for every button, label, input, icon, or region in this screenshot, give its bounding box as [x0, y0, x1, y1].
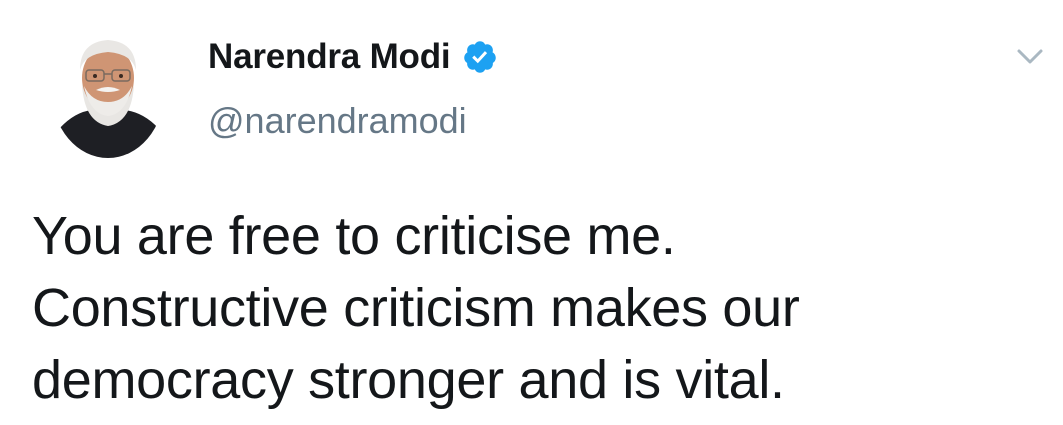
tweet-text-line: democracy stronger and is vital.	[32, 350, 785, 410]
tweet-card: Narendra Modi @narendramodi You are free…	[0, 0, 1063, 425]
author-handle[interactable]: @narendramodi	[208, 100, 467, 142]
verified-badge-icon	[462, 39, 498, 75]
chevron-down-icon[interactable]	[1014, 44, 1046, 68]
display-name[interactable]: Narendra Modi	[208, 37, 451, 77]
author-name-row: Narendra Modi	[208, 36, 498, 78]
avatar[interactable]	[52, 26, 164, 158]
profile-photo-icon	[52, 40, 164, 158]
tweet-text-line: You are free to criticise me.	[32, 206, 676, 266]
tweet-text-line: Constructive criticism makes our	[32, 278, 800, 338]
tweet-text: You are free to criticise me. Constructi…	[32, 200, 1032, 416]
